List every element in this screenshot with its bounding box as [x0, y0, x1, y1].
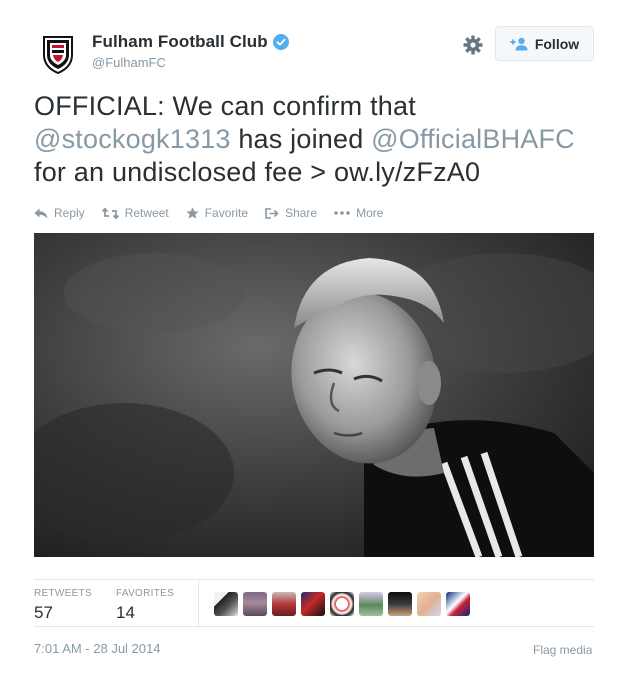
- mention-link-officialbhafc[interactable]: @OfficialBHAFC: [371, 124, 575, 154]
- account-name[interactable]: Fulham Football Club: [92, 32, 268, 52]
- tweet-timestamp[interactable]: 7:01 AM - 28 Jul 2014: [34, 641, 160, 656]
- favoriter-avatar[interactable]: [243, 592, 267, 616]
- reply-button[interactable]: Reply: [34, 206, 85, 220]
- favorites-label: FAVORITES: [116, 588, 175, 599]
- tweet-stats: RETWEETS 57 FAVORITES 14: [34, 579, 594, 627]
- favoriter-avatar[interactable]: [330, 592, 354, 616]
- flag-media-link[interactable]: Flag media: [533, 643, 592, 657]
- account-name-row: Fulham Football Club: [92, 32, 289, 52]
- favoriter-avatar[interactable]: [388, 592, 412, 616]
- favoriter-avatar[interactable]: [417, 592, 441, 616]
- retweet-button[interactable]: Retweet: [101, 206, 169, 220]
- favoriter-avatar[interactable]: [272, 592, 296, 616]
- verified-badge-icon: [272, 34, 289, 50]
- url-link[interactable]: ow.ly/zFzA0: [334, 157, 480, 187]
- follow-button[interactable]: Follow: [495, 26, 594, 61]
- retweet-label: Retweet: [124, 206, 169, 220]
- tweet-text-prefix: OFFICIAL: We can confirm that: [34, 91, 416, 121]
- stats-divider: [198, 580, 199, 627]
- favorites-count: 14: [116, 603, 135, 622]
- retweets-stat[interactable]: RETWEETS 57: [34, 588, 92, 623]
- tweet-header: Fulham Football Club @FulhamFC Follow: [34, 26, 594, 77]
- favorite-label: Favorite: [204, 206, 249, 220]
- tweet-text-middle: has joined: [230, 124, 372, 154]
- favorite-button[interactable]: Favorite: [186, 206, 248, 220]
- account-handle[interactable]: @FulhamFC: [92, 55, 166, 70]
- tweet-actions: Reply Retweet Favorite Share More: [34, 206, 400, 220]
- star-icon: [186, 207, 199, 219]
- favoriter-avatar[interactable]: [446, 592, 470, 616]
- favoriter-avatar[interactable]: [214, 592, 238, 616]
- share-button[interactable]: Share: [265, 206, 317, 220]
- tweet-photo[interactable]: [34, 233, 594, 557]
- ellipsis-icon: [334, 211, 350, 215]
- reply-arrow-icon: [34, 208, 48, 218]
- tweet-text: OFFICIAL: We can confirm that @stockogk1…: [34, 90, 599, 189]
- gear-icon[interactable]: [462, 34, 484, 56]
- fulham-crest-avatar[interactable]: [34, 29, 82, 77]
- favoriter-avatar[interactable]: [359, 592, 383, 616]
- retweets-count: 57: [34, 603, 53, 622]
- retweet-icon: [101, 207, 119, 219]
- player-photo-image: [34, 233, 594, 557]
- follow-label: Follow: [534, 35, 580, 52]
- favoriter-avatar[interactable]: [301, 592, 325, 616]
- share-icon: [265, 207, 279, 219]
- person-plus-icon: [509, 37, 528, 50]
- tweet-text-suffix: for an undisclosed fee >: [34, 157, 334, 187]
- more-label: More: [356, 206, 384, 220]
- more-button[interactable]: More: [334, 206, 383, 220]
- favorites-stat[interactable]: FAVORITES 14: [116, 588, 174, 623]
- reply-label: Reply: [54, 206, 85, 220]
- favoriter-avatars: [214, 592, 475, 616]
- retweets-label: RETWEETS: [34, 588, 92, 599]
- share-label: Share: [285, 206, 318, 220]
- mention-link-stockogk1313[interactable]: @stockogk1313: [34, 124, 231, 154]
